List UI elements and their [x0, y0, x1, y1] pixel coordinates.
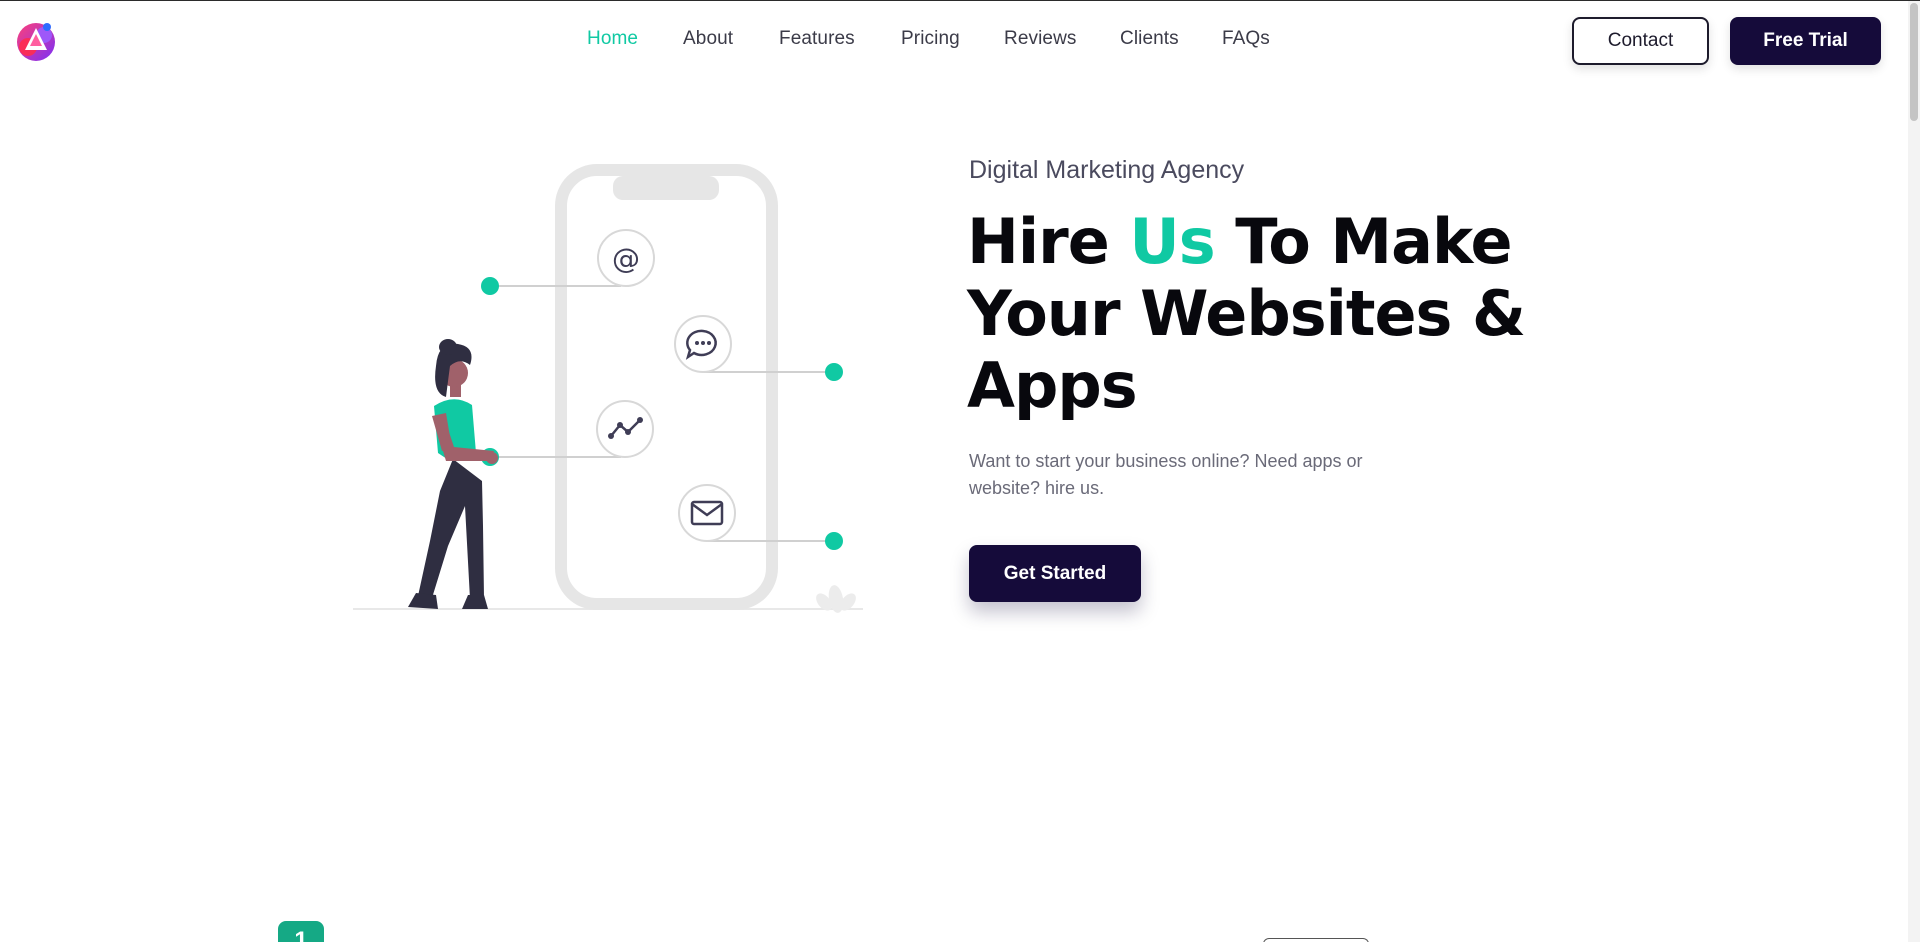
nav-pricing-link[interactable]: Pricing [901, 28, 960, 50]
nav-reviews-link[interactable]: Reviews [1004, 28, 1077, 50]
phone-outline [555, 164, 778, 610]
hero-illustration: @ [353, 164, 863, 613]
contact-button[interactable]: Contact [1572, 17, 1709, 65]
chat-bubble-icon [674, 315, 732, 373]
analytics-line-icon [596, 400, 654, 458]
page-scrollbar[interactable] [1908, 1, 1920, 942]
landing-page: Home About Features Pricing Reviews Clie… [0, 0, 1920, 942]
nav-clients-link[interactable]: Clients [1120, 28, 1179, 50]
nav-home-link[interactable]: Home [587, 28, 638, 50]
headline-part1: Hire [967, 205, 1130, 278]
scrollbar-thumb[interactable] [1910, 3, 1918, 121]
nav-faqs-link[interactable]: FAQs [1222, 28, 1270, 50]
step-number-badge: 1 [278, 921, 324, 942]
nav-about-link[interactable]: About [683, 28, 733, 50]
hero-subtext: Want to start your business online? Need… [969, 451, 1363, 498]
get-started-button[interactable]: Get Started [969, 545, 1141, 602]
headline-accent: Us [1129, 205, 1215, 278]
hero-eyebrow: Digital Marketing Agency [969, 156, 1245, 184]
next-section-card-edge [1263, 938, 1369, 942]
at-sign-icon: @ [597, 229, 655, 287]
free-trial-button[interactable]: Free Trial [1730, 17, 1881, 65]
hero-headline: Hire Us To Make Your Websites & Apps [967, 206, 1587, 422]
svg-text:@: @ [612, 242, 640, 275]
envelope-icon [678, 484, 736, 542]
woman-figure [408, 339, 498, 609]
nav-features-link[interactable]: Features [779, 28, 855, 50]
